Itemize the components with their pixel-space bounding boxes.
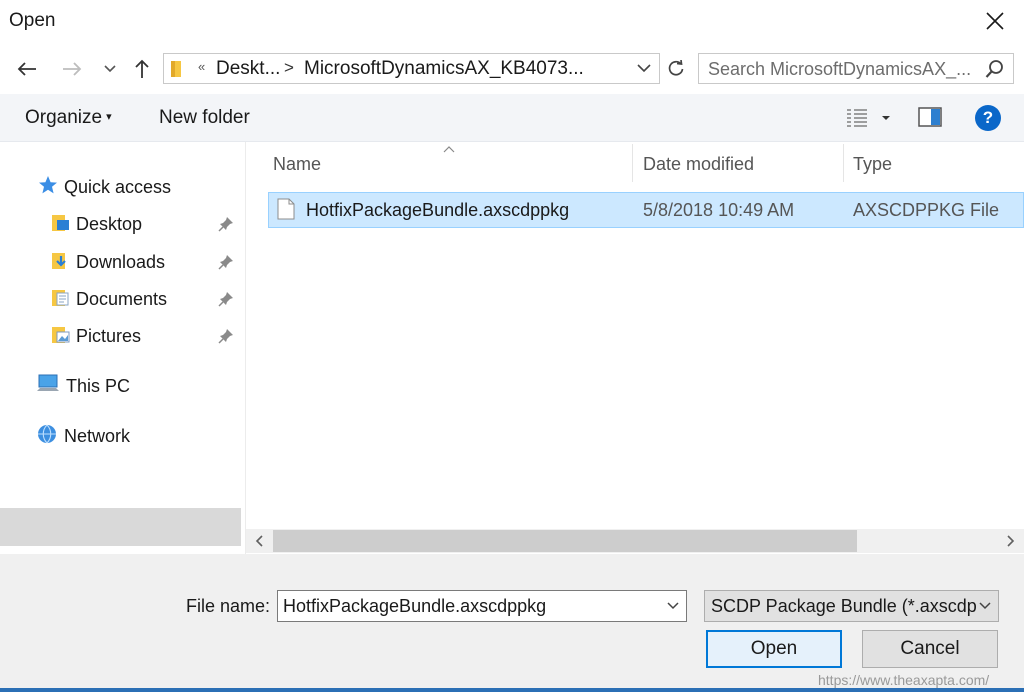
chevron-down-icon [637,64,651,73]
nav-quick-access-label: Quick access [64,176,172,197]
open-button[interactable]: Open [706,630,842,668]
details-view-icon [847,109,890,127]
nav-item-downloads-label: Downloads [76,251,166,272]
computer-icon [36,374,60,399]
chevron-down-icon [104,65,116,73]
organize-caret: ▾ [106,111,112,123]
scroll-left-button[interactable] [246,529,272,553]
file-date-cell: 5/8/2018 10:49 AM [643,200,795,220]
documents-folder-icon [50,287,70,312]
column-separator[interactable] [632,144,633,182]
watermark: https://www.theaxapta.com/ [818,672,990,688]
address-bar[interactable]: « Deskt... > MicrosoftDynamicsAX_KB4073.… [163,53,660,84]
desktop-folder-icon [50,212,70,237]
folder-icon [170,60,184,83]
nav-this-pc-label: This PC [66,375,131,396]
back-button[interactable] [13,55,41,83]
breadcrumb-overflow[interactable]: « [198,59,205,74]
search-icon[interactable] [985,59,1005,84]
chevron-left-icon [255,535,263,547]
chevron-down-icon [979,602,991,610]
column-separator[interactable] [843,144,844,182]
arrow-left-icon [17,62,36,76]
chevron-down-icon [667,602,679,610]
search-input[interactable]: Search MicrosoftDynamicsAX_... [708,59,971,80]
nav-item-documents-label: Documents [76,288,168,309]
taskbar-edge [0,688,1024,692]
refresh-icon [668,59,684,75]
cancel-button[interactable]: Cancel [862,630,998,668]
column-header-type[interactable]: Type [853,154,892,175]
title-bar: Open [0,0,1024,44]
nav-item-pictures-label: Pictures [76,325,142,346]
star-icon [38,175,58,200]
sort-ascending-icon [443,140,455,158]
file-type-value: SCDP Package Bundle (*.axscdp [711,596,977,616]
breadcrumb-separator[interactable]: > [284,58,294,78]
organize-label: Organize [25,107,103,128]
nav-item-desktop-label: Desktop [76,213,143,234]
help-button[interactable]: ? [975,105,1001,131]
file-name-dropdown[interactable] [666,597,680,620]
file-name-label: File name: [186,596,271,616]
nav-item-desktop[interactable]: Desktop [50,206,142,242]
scroll-right-button[interactable] [998,529,1024,553]
selection-highlight [0,508,241,546]
nav-quick-access[interactable]: Quick access [38,169,171,205]
new-folder-button[interactable]: New folder [159,107,250,129]
nav-network[interactable]: Network [36,418,130,454]
organize-button[interactable]: Organize ▾ [25,107,112,129]
forward-button[interactable] [58,55,86,83]
pin-icon[interactable] [218,318,234,354]
search-box[interactable]: Search MicrosoftDynamicsAX_... [698,53,1014,84]
help-icon: ? [982,108,994,127]
column-header-name[interactable]: Name [273,154,321,175]
window-title: Open [9,10,56,31]
refresh-button[interactable] [662,53,690,84]
horizontal-scrollbar[interactable] [246,529,1024,553]
pin-icon[interactable] [218,206,234,242]
arrow-right-icon [63,62,82,76]
pin-icon[interactable] [218,244,234,280]
nav-this-pc[interactable]: This PC [36,368,130,404]
breadcrumb-current-folder[interactable]: MicrosoftDynamicsAX_KB4073... [304,58,584,80]
file-name-input[interactable]: HotfixPackageBundle.axscdppkg [283,596,546,617]
breadcrumb-desktop[interactable]: Deskt... [216,58,280,80]
column-header-date[interactable]: Date modified [643,154,754,175]
close-icon [986,12,1004,30]
pin-icon[interactable] [218,281,234,317]
preview-pane-icon [918,107,942,127]
file-name-cell[interactable]: HotfixPackageBundle.axscdppkg [306,200,569,221]
file-type-select[interactable]: SCDP Package Bundle (*.axscdp [704,590,999,622]
nav-item-documents[interactable]: Documents [50,281,167,317]
network-icon [36,423,58,450]
file-icon [277,198,295,225]
nav-network-label: Network [64,425,131,446]
arrow-up-icon [135,59,149,78]
change-view-button[interactable] [846,105,892,131]
preview-pane-button[interactable] [918,106,944,130]
downloads-folder-icon [50,250,70,275]
file-type-cell: AXSCDPPKG File [853,200,1000,220]
up-button[interactable] [128,55,156,83]
nav-item-downloads[interactable]: Downloads [50,244,165,280]
scrollbar-thumb[interactable] [273,530,857,552]
close-button[interactable] [980,6,1010,36]
nav-item-pictures[interactable]: Pictures [50,318,141,354]
pictures-folder-icon [50,324,70,349]
chevron-right-icon [1007,535,1015,547]
file-name-field[interactable]: HotfixPackageBundle.axscdppkg [277,590,687,622]
address-dropdown[interactable] [635,59,655,79]
recent-locations-button[interactable] [96,55,124,83]
file-type-dropdown[interactable] [978,598,992,619]
